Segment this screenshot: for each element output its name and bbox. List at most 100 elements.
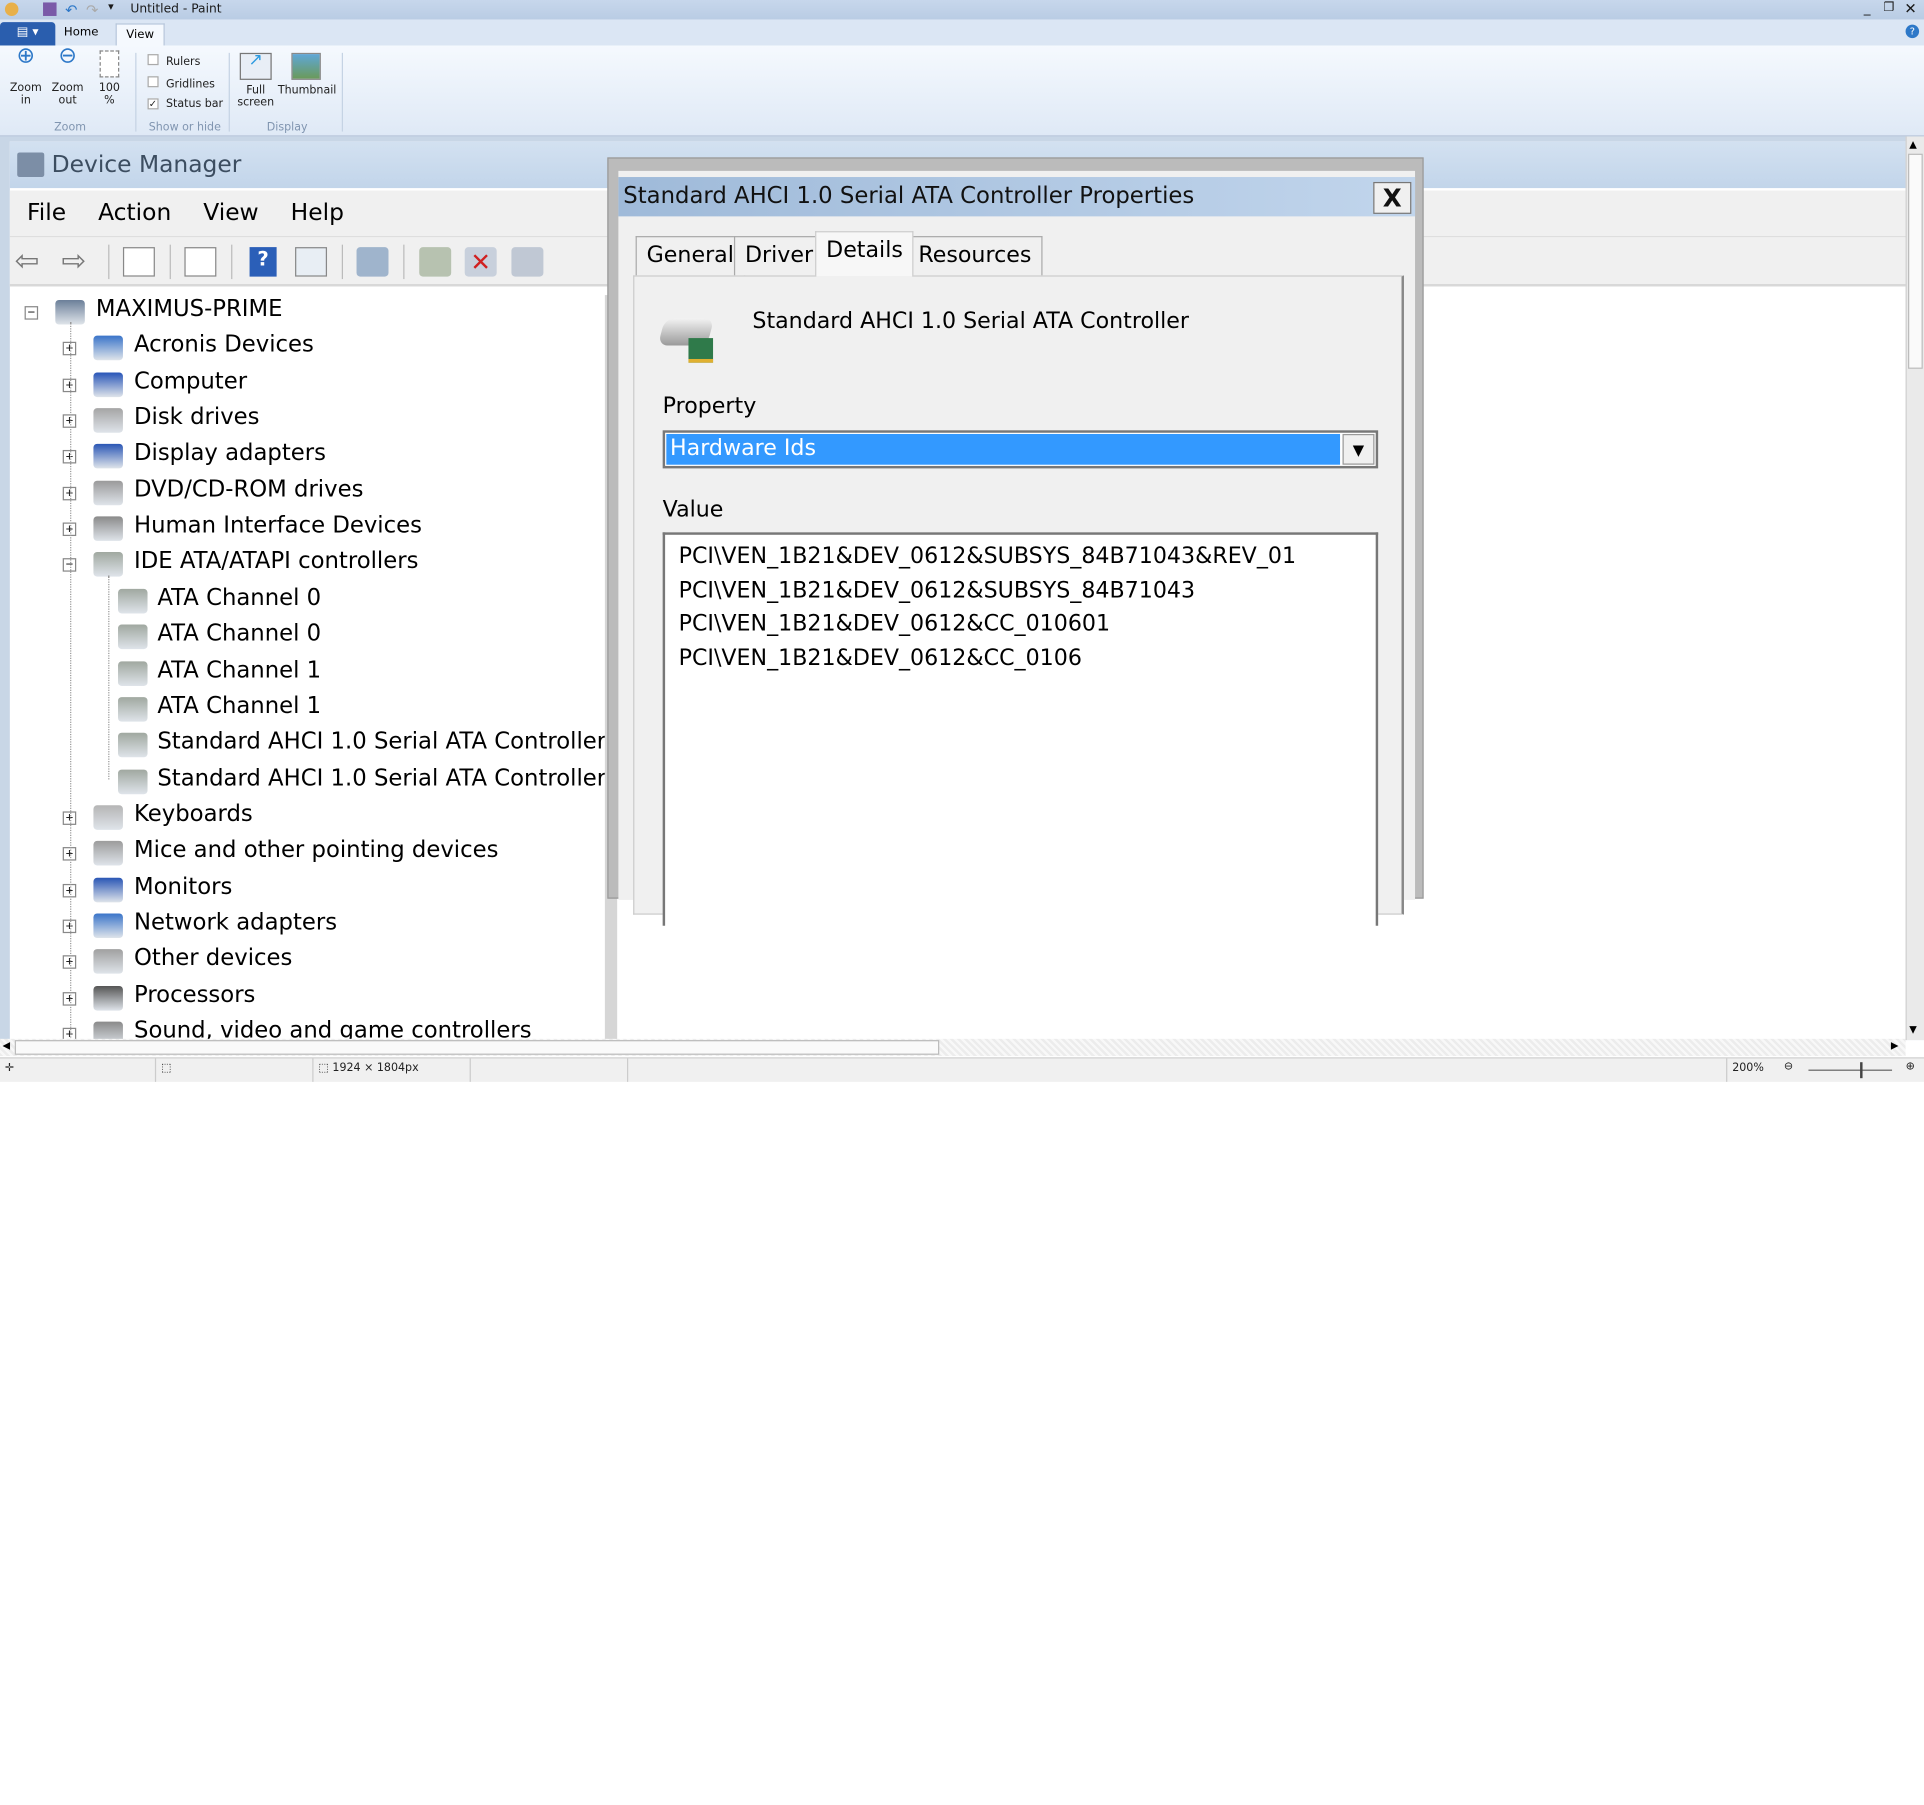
value-list[interactable]: PCI\VEN_1B21&DEV_0612&SUBSYS_84B71043&RE… xyxy=(662,532,1379,926)
property-dropdown[interactable]: Hardware Ids ▼ xyxy=(662,430,1379,469)
zoom-in-button[interactable]: ⊕ Zoom in xyxy=(7,45,44,107)
tree-item-label: Disk drives xyxy=(134,404,260,431)
restore-button[interactable]: ❐ xyxy=(1883,1,1894,15)
display-group-label: Display xyxy=(266,121,308,135)
save-icon[interactable] xyxy=(43,2,57,16)
redo-icon[interactable]: ↷ xyxy=(86,1,98,18)
menu-file[interactable]: File xyxy=(27,199,66,236)
zoom-slider-thumb[interactable] xyxy=(1860,1062,1863,1079)
zoom-out-button[interactable]: ⊖ Zoom out xyxy=(49,45,86,107)
tab-view[interactable]: View xyxy=(115,23,165,46)
list-item[interactable]: PCI\VEN_1B21&DEV_0612&CC_0106 xyxy=(679,642,1363,676)
menu-view[interactable]: View xyxy=(203,199,258,236)
tree-item[interactable]: − IDE ATA/ATAPI controllers xyxy=(10,549,605,585)
zoom-slider[interactable] xyxy=(1808,1069,1893,1071)
tree-item[interactable]: + Processors xyxy=(10,982,605,1018)
tree-item[interactable]: + Human Interface Devices xyxy=(10,513,605,549)
details-panel: Standard AHCI 1.0 Serial ATA Controller … xyxy=(633,275,1404,926)
cursor-position: ✛ xyxy=(0,1058,157,1082)
zoom-group-label: Zoom xyxy=(54,121,87,135)
menu-help[interactable]: Help xyxy=(291,199,344,236)
tree-item-label: Human Interface Devices xyxy=(134,512,422,539)
tab-resources[interactable]: Resources xyxy=(907,236,1043,276)
zoom-out-icon[interactable]: ⊖ xyxy=(1784,1061,1793,1073)
tab-general[interactable]: General xyxy=(635,236,745,276)
tree-item[interactable]: + Acronis Devices xyxy=(10,332,605,368)
tree-item-label: Keyboards xyxy=(134,801,253,828)
tree-item[interactable]: − MAXIMUS-PRIME xyxy=(10,296,605,332)
help-icon[interactable]: ? xyxy=(249,247,277,277)
tree-item[interactable]: ATA Channel 0 xyxy=(10,585,605,621)
full-screen-button[interactable]: ↗ Full screen xyxy=(236,52,275,110)
show-hide-console-tree-icon[interactable] xyxy=(122,247,155,277)
tab-details[interactable]: Details xyxy=(815,231,914,277)
tree-item[interactable]: + Network adapters xyxy=(10,910,605,946)
chevron-down-icon[interactable]: ▼ xyxy=(1342,433,1375,465)
tree-item[interactable]: Standard AHCI 1.0 Serial ATA Controller xyxy=(10,729,605,765)
dialog-close-button[interactable]: X xyxy=(1373,181,1412,214)
tree-item-label: DVD/CD-ROM drives xyxy=(134,476,364,503)
thumbnail-button[interactable]: Thumbnail xyxy=(278,52,336,97)
gridlines-checkbox[interactable]: Gridlines xyxy=(147,76,215,91)
action-pane-icon[interactable] xyxy=(295,247,328,277)
status-bar: ✛ ⬚ ⬚ 1924 × 1804px 200% ⊖ ⊕ xyxy=(0,1057,1924,1082)
ribbon: ⊕ Zoom in ⊖ Zoom out 100 % Zoom Rulers Gri… xyxy=(0,45,1924,137)
list-item[interactable]: PCI\VEN_1B21&DEV_0612&CC_010601 xyxy=(679,608,1363,642)
zoom-in-icon[interactable]: ⊕ xyxy=(1906,1061,1915,1073)
update-driver-icon[interactable] xyxy=(419,247,452,277)
uninstall-icon[interactable]: ✕ xyxy=(464,247,497,277)
tree-item-label: Mice and other pointing devices xyxy=(134,837,499,864)
horizontal-scrollbar[interactable]: ◀ ▶ xyxy=(0,1038,1906,1057)
tab-home[interactable]: Home xyxy=(64,26,99,40)
scrollbar-thumb[interactable] xyxy=(1908,153,1923,369)
dvd-icon xyxy=(93,480,123,505)
paint-menu-button[interactable]: ▤ ▾ xyxy=(0,22,56,46)
actual-size-button[interactable]: 100 % xyxy=(93,50,125,107)
device-manager-icon xyxy=(17,152,45,178)
tree-item[interactable]: + Computer xyxy=(10,368,605,404)
scroll-right-icon[interactable]: ▶ xyxy=(1891,1040,1899,1051)
tree-item-label: Other devices xyxy=(134,945,293,972)
menu-action[interactable]: Action xyxy=(98,199,171,236)
tree-item[interactable]: ATA Channel 1 xyxy=(10,657,605,693)
rulers-checkbox[interactable]: Rulers xyxy=(147,54,200,69)
hid-icon xyxy=(93,516,123,542)
zoom-control: 200% ⊖ ⊕ xyxy=(1726,1058,1924,1082)
thumbnail-icon xyxy=(291,52,321,80)
tree-item-label: Network adapters xyxy=(134,909,338,936)
paint-app-icon[interactable] xyxy=(4,2,19,16)
scroll-up-icon[interactable]: ▲ xyxy=(1909,139,1917,150)
scroll-left-icon[interactable]: ◀ xyxy=(2,1040,10,1051)
disable-icon[interactable] xyxy=(511,247,544,277)
tree-item[interactable]: + DVD/CD-ROM drives xyxy=(10,477,605,513)
tree-item[interactable]: + Display adapters xyxy=(10,441,605,477)
tree-item[interactable]: ATA Channel 0 xyxy=(10,621,605,657)
scrollbar-thumb[interactable] xyxy=(14,1040,940,1055)
list-item[interactable]: PCI\VEN_1B21&DEV_0612&SUBSYS_84B71043&RE… xyxy=(679,540,1363,574)
customize-quick-access-icon[interactable]: ▾ xyxy=(108,1,114,13)
vertical-scrollbar[interactable]: ▲ ▼ xyxy=(1905,136,1924,1041)
properties-icon[interactable] xyxy=(184,247,217,277)
tree-item[interactable]: ATA Channel 1 xyxy=(10,693,605,729)
tree-item[interactable]: + Monitors xyxy=(10,874,605,910)
scroll-down-icon[interactable]: ▼ xyxy=(1909,1024,1917,1035)
back-icon[interactable]: ⇦ xyxy=(15,246,47,277)
help-icon[interactable]: ? xyxy=(1905,24,1920,39)
tree-item[interactable]: + Keyboards xyxy=(10,801,605,837)
tree-item[interactable]: + Mice and other pointing devices xyxy=(10,838,605,874)
undo-icon[interactable]: ↶ xyxy=(65,1,77,18)
tree-item[interactable]: + Other devices xyxy=(10,946,605,982)
list-item[interactable]: PCI\VEN_1B21&DEV_0612&SUBSYS_84B71043 xyxy=(679,574,1363,608)
collapse-icon[interactable]: − xyxy=(24,306,39,320)
close-button[interactable]: ✕ xyxy=(1904,0,1916,17)
status-bar-checkbox[interactable]: ✓ Status bar xyxy=(147,98,223,111)
unknown-device-icon xyxy=(93,949,123,975)
tree-item[interactable]: + Disk drives xyxy=(10,405,605,441)
minimize-button[interactable]: _ xyxy=(1864,0,1871,16)
tree-item[interactable]: + Sound, video and game controllers xyxy=(10,1018,605,1041)
forward-icon[interactable]: ⇨ xyxy=(61,246,93,277)
tree-item[interactable]: Standard AHCI 1.0 Serial ATA Controller xyxy=(10,765,605,801)
scan-hardware-icon[interactable] xyxy=(356,247,389,277)
display-icon xyxy=(93,444,123,469)
tab-driver[interactable]: Driver xyxy=(733,236,825,276)
